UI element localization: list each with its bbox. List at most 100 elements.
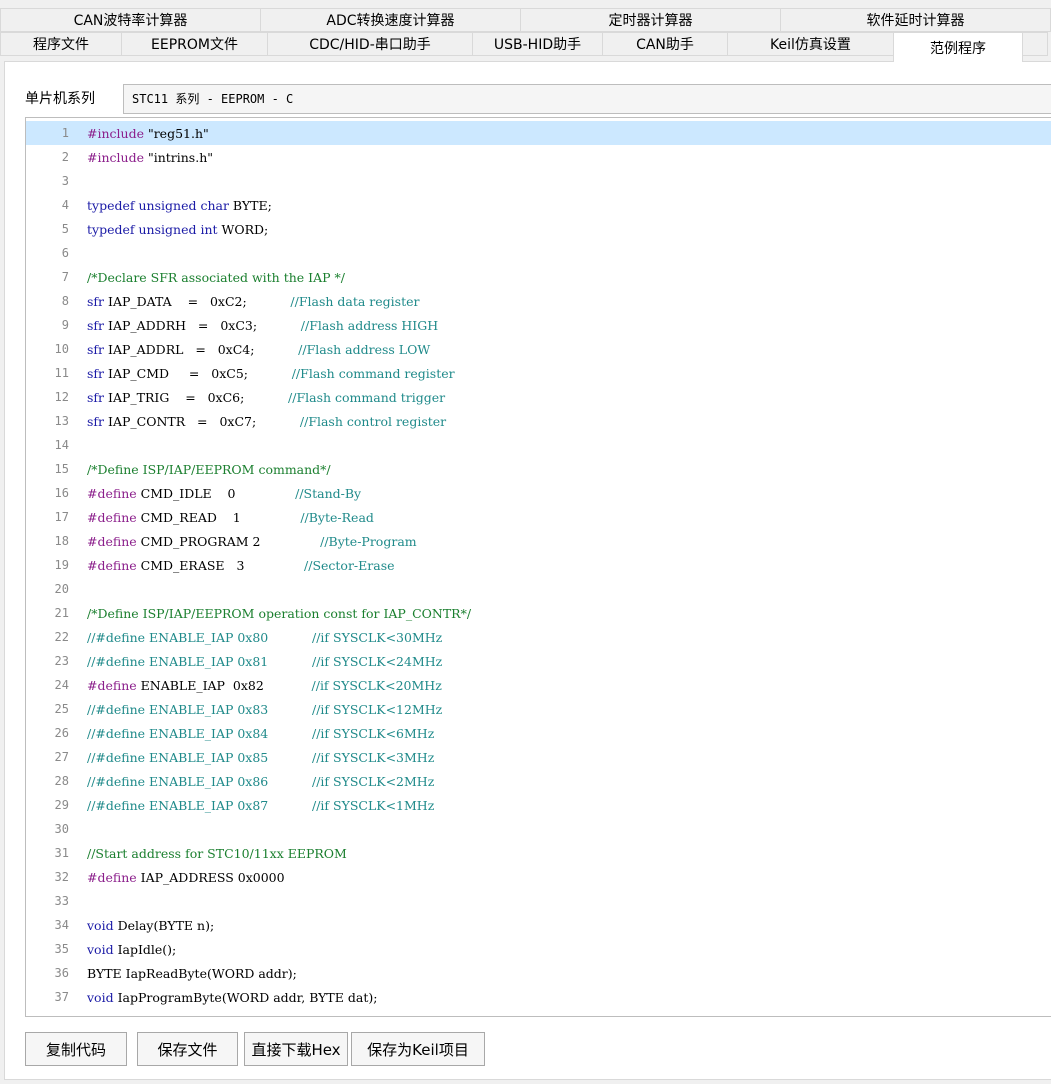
code-line[interactable]: 38 void IapEraseSector(WORD addr); xyxy=(26,1009,1051,1017)
code-line[interactable]: 13 sfr IAP_CONTR = 0xC7; //Flash control … xyxy=(26,409,1051,433)
code-text: /*Define ISP/IAP/EEPROM operation const … xyxy=(87,605,472,621)
line-number: 29 xyxy=(54,798,69,812)
code-line[interactable]: 2 #include "intrins.h" xyxy=(26,145,1051,169)
line-number: 16 xyxy=(54,486,69,500)
code-line[interactable]: 20 xyxy=(26,577,1051,601)
line-number: 38 xyxy=(26,1014,71,1016)
code-line[interactable]: 30 xyxy=(26,817,1051,841)
download-hex-button[interactable]: 直接下载Hex xyxy=(244,1032,348,1066)
tab-can-helper[interactable]: CAN助手 xyxy=(602,32,728,56)
tab-program-file[interactable]: 程序文件 xyxy=(0,32,122,56)
tab-usb-hid[interactable]: USB-HID助手 xyxy=(472,32,603,56)
code-text: void IapProgramByte(WORD addr, BYTE dat)… xyxy=(87,989,378,1005)
line-number: 12 xyxy=(54,390,69,404)
line-number: 19 xyxy=(54,558,69,572)
code-line[interactable]: 33 xyxy=(26,889,1051,913)
code-line[interactable]: 8 sfr IAP_DATA = 0xC2; //Flash data regis… xyxy=(26,289,1051,313)
tab-overflow xyxy=(1022,32,1048,56)
calculator-tab-row: CAN波特率计算器 ADC转换速度计算器 定时器计算器 软件延时计算器 xyxy=(0,8,1051,32)
code-line[interactable]: 7 /*Declare SFR associated with the IAP *… xyxy=(26,265,1051,289)
tab-cdc-hid-serial[interactable]: CDC/HID-串口助手 xyxy=(267,32,473,56)
line-number: 1 xyxy=(61,126,69,140)
code-text: typedef unsigned char BYTE; xyxy=(87,197,272,213)
mcu-series-label: 单片机系列 xyxy=(25,91,95,107)
code-text: BYTE IapReadByte(WORD addr); xyxy=(87,965,297,981)
code-text: sfr IAP_TRIG = 0xC6; //Flash command tri… xyxy=(87,389,446,405)
code-text: #include "reg51.h" xyxy=(87,125,209,141)
code-line[interactable]: 4 typedef unsigned char BYTE; xyxy=(26,193,1051,217)
code-line[interactable]: 10 sfr IAP_ADDRL = 0xC4; //Flash address … xyxy=(26,337,1051,361)
code-line[interactable]: 6 xyxy=(26,241,1051,265)
code-text: //Start address for STC10/11xx EEPROM xyxy=(87,845,347,861)
code-line[interactable]: 31 //Start address for STC10/11xx EEPROM xyxy=(26,841,1051,865)
line-number: 24 xyxy=(54,678,69,692)
line-number: 35 xyxy=(54,942,69,956)
code-line[interactable]: 36 BYTE IapReadByte(WORD addr); xyxy=(26,961,1051,985)
code-text: //#define ENABLE_IAP 0x84 //if SYSCLK<6M… xyxy=(87,725,435,741)
code-line[interactable]: 35 void IapIdle(); xyxy=(26,937,1051,961)
line-number: 6 xyxy=(61,246,69,260)
line-number: 9 xyxy=(61,318,69,332)
code-line[interactable]: 3 xyxy=(26,169,1051,193)
code-line[interactable]: 19 #define CMD_ERASE 3 //Sector-Erase xyxy=(26,553,1051,577)
line-number: 31 xyxy=(54,846,69,860)
code-line[interactable]: 24 #define ENABLE_IAP 0x82 //if SYSCLK<20… xyxy=(26,673,1051,697)
code-text: #define IAP_ADDRESS 0x0000 xyxy=(87,869,285,885)
code-text: /*Define ISP/IAP/EEPROM command*/ xyxy=(87,461,331,477)
code-line[interactable]: 9 sfr IAP_ADDRH = 0xC3; //Flash address H… xyxy=(26,313,1051,337)
line-number: 11 xyxy=(54,366,69,380)
code-line[interactable]: 34 void Delay(BYTE n); xyxy=(26,913,1051,937)
tool-tab-row: 程序文件 EEPROM文件 CDC/HID-串口助手 USB-HID助手 CAN… xyxy=(0,32,1051,62)
tab-example-programs[interactable]: 范例程序 xyxy=(893,32,1023,62)
line-number: 8 xyxy=(61,294,69,308)
line-number: 23 xyxy=(54,654,69,668)
save-keil-project-button[interactable]: 保存为Keil项目 xyxy=(351,1032,485,1066)
line-number: 25 xyxy=(54,702,69,716)
code-line[interactable]: 25 //#define ENABLE_IAP 0x83 //if SYSCLK<… xyxy=(26,697,1051,721)
line-number: 10 xyxy=(54,342,69,356)
code-editor[interactable]: 1 #include "reg51.h" 2 #include "intrins.h"… xyxy=(25,117,1051,1017)
tab-timer-calculator[interactable]: 定时器计算器 xyxy=(520,8,781,32)
tab-software-delay-calculator[interactable]: 软件延时计算器 xyxy=(780,8,1051,32)
code-line[interactable]: 1 #include "reg51.h" xyxy=(26,121,1051,145)
tab-can-baud-calculator[interactable]: CAN波特率计算器 xyxy=(0,8,261,32)
code-text: void IapEraseSector(WORD addr); xyxy=(87,1014,306,1017)
code-text: sfr IAP_CONTR = 0xC7; //Flash control re… xyxy=(87,413,447,429)
code-text: #include "intrins.h" xyxy=(87,149,213,165)
code-line[interactable]: 37 void IapProgramByte(WORD addr, BYTE da… xyxy=(26,985,1051,1009)
line-number: 27 xyxy=(54,750,69,764)
tab-eeprom-file[interactable]: EEPROM文件 xyxy=(121,32,268,56)
code-line[interactable]: 29 //#define ENABLE_IAP 0x87 //if SYSCLK<… xyxy=(26,793,1051,817)
mcu-series-select[interactable]: STC11 系列 - EEPROM - C xyxy=(123,84,1051,114)
code-line[interactable]: 21 /*Define ISP/IAP/EEPROM operation cons… xyxy=(26,601,1051,625)
code-line[interactable]: 15 /*Define ISP/IAP/EEPROM command*/ xyxy=(26,457,1051,481)
code-text: #define CMD_READ 1 //Byte-Read xyxy=(87,509,374,525)
code-line[interactable]: 11 sfr IAP_CMD = 0xC5; //Flash command re… xyxy=(26,361,1051,385)
code-line[interactable]: 17 #define CMD_READ 1 //Byte-Read xyxy=(26,505,1051,529)
line-number: 2 xyxy=(61,150,69,164)
code-line[interactable]: 28 //#define ENABLE_IAP 0x86 //if SYSCLK<… xyxy=(26,769,1051,793)
code-line[interactable]: 12 sfr IAP_TRIG = 0xC6; //Flash command t… xyxy=(26,385,1051,409)
code-line[interactable]: 23 //#define ENABLE_IAP 0x81 //if SYSCLK<… xyxy=(26,649,1051,673)
line-number: 26 xyxy=(54,726,69,740)
line-number: 33 xyxy=(54,894,69,908)
code-text: //#define ENABLE_IAP 0x86 //if SYSCLK<2M… xyxy=(87,773,435,789)
code-line[interactable]: 27 //#define ENABLE_IAP 0x85 //if SYSCLK<… xyxy=(26,745,1051,769)
code-line[interactable]: 5 typedef unsigned int WORD; xyxy=(26,217,1051,241)
copy-code-button[interactable]: 复制代码 xyxy=(25,1032,127,1066)
line-number: 17 xyxy=(54,510,69,524)
tab-keil-debug-settings[interactable]: Keil仿真设置 xyxy=(727,32,894,56)
code-line[interactable]: 22 //#define ENABLE_IAP 0x80 //if SYSCLK<… xyxy=(26,625,1051,649)
code-line[interactable]: 16 #define CMD_IDLE 0 //Stand-By xyxy=(26,481,1051,505)
code-text: void IapIdle(); xyxy=(87,941,177,957)
code-text: //#define ENABLE_IAP 0x81 //if SYSCLK<24… xyxy=(87,653,443,669)
code-text: #define CMD_ERASE 3 //Sector-Erase xyxy=(87,557,395,573)
code-text: sfr IAP_ADDRL = 0xC4; //Flash address LO… xyxy=(87,341,431,357)
code-line[interactable]: 32 #define IAP_ADDRESS 0x0000 xyxy=(26,865,1051,889)
tab-adc-speed-calculator[interactable]: ADC转换速度计算器 xyxy=(260,8,521,32)
save-file-button[interactable]: 保存文件 xyxy=(137,1032,238,1066)
code-line[interactable]: 18 #define CMD_PROGRAM 2 //Byte-Program xyxy=(26,529,1051,553)
code-line[interactable]: 14 xyxy=(26,433,1051,457)
code-line[interactable]: 26 //#define ENABLE_IAP 0x84 //if SYSCLK<… xyxy=(26,721,1051,745)
code-text: typedef unsigned int WORD; xyxy=(87,221,269,237)
